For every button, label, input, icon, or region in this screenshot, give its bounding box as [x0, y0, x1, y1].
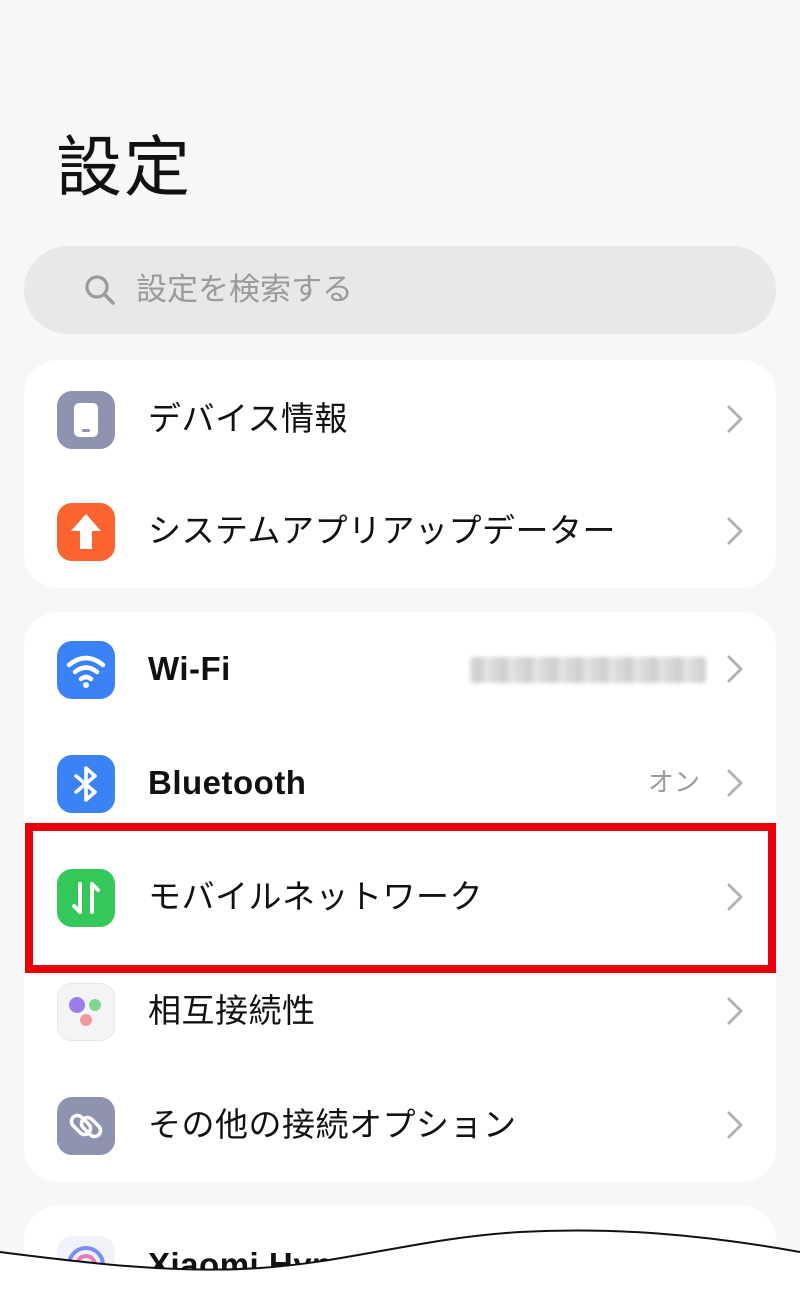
bluetooth-status: オン — [647, 768, 700, 798]
settings-item-label: デバイス情報 — [148, 399, 349, 438]
settings-item-wifi[interactable]: Wi-Fi — [24, 613, 776, 725]
wifi-network-name-blurred — [470, 657, 706, 683]
settings-group-device: デバイス情報 システムアプリアップデーター — [24, 360, 776, 588]
chevron-right-icon — [724, 653, 746, 685]
search-icon — [84, 274, 116, 306]
bluetooth-icon — [57, 755, 115, 813]
search-input[interactable] — [136, 246, 736, 334]
chevron-right-icon — [724, 1109, 746, 1141]
interconnect-icon — [57, 983, 115, 1041]
settings-item-label: モバイルネットワーク — [148, 877, 483, 916]
settings-item-system-app-updater[interactable]: システムアプリアップデーター — [24, 475, 776, 587]
phone-icon — [57, 391, 115, 449]
settings-item-label: Wi-Fi — [148, 650, 231, 687]
wifi-icon — [57, 641, 115, 699]
chevron-right-icon — [724, 403, 746, 435]
settings-item-mobile-network[interactable]: モバイルネットワーク — [24, 841, 776, 953]
link-icon — [57, 1097, 115, 1155]
mobile-data-icon — [57, 869, 115, 927]
chevron-right-icon — [724, 995, 746, 1027]
settings-item-label: Bluetooth — [148, 764, 307, 801]
search-bar[interactable] — [24, 246, 776, 334]
chevron-right-icon — [724, 767, 746, 799]
chevron-right-icon — [724, 515, 746, 547]
page-title: 設定 — [56, 129, 192, 206]
settings-item-label: その他の接続オプション — [148, 1105, 517, 1144]
settings-item-label: システムアプリアップデーター — [148, 511, 617, 550]
chevron-right-icon — [724, 881, 746, 913]
settings-item-bluetooth[interactable]: Bluetooth オン — [24, 727, 776, 839]
settings-item-other-connections[interactable]: その他の接続オプション — [24, 1069, 776, 1181]
settings-group-connectivity: Wi-Fi Bluetooth オン モバイルネットワーク 相互接続性 その他の… — [24, 612, 776, 1182]
settings-item-device-info[interactable]: デバイス情報 — [24, 363, 776, 475]
settings-item-interconnectivity[interactable]: 相互接続性 — [24, 955, 776, 1067]
settings-item-label: 相互接続性 — [148, 991, 316, 1030]
arrow-up-icon — [57, 503, 115, 561]
torn-edge-overlay — [0, 1229, 800, 1300]
